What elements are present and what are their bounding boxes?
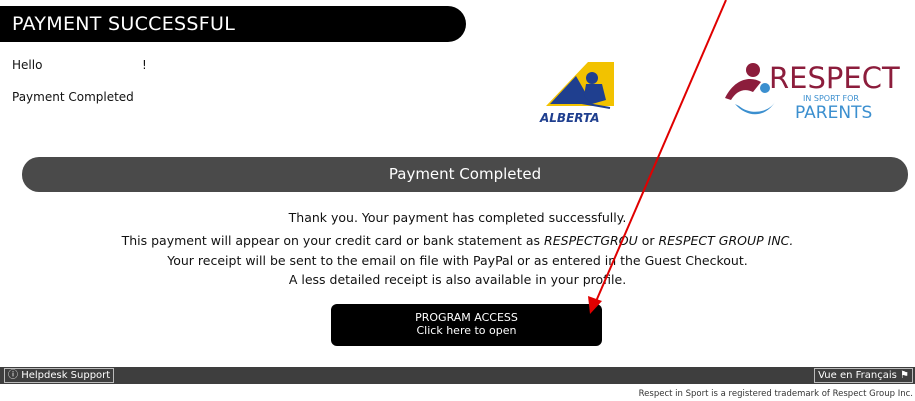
flag-icon: ⚑ <box>900 370 909 381</box>
respect-logo-wave <box>735 102 775 115</box>
program-access-title: PROGRAM ACCESS <box>415 311 518 324</box>
info-icon: ⓘ <box>8 370 18 381</box>
respect-logo-title: RESPECT <box>769 61 900 95</box>
section-title: Payment Completed <box>388 165 542 183</box>
respect-in-sport-logo: RESPECT IN SPORT FOR PARENTS <box>725 61 900 122</box>
footer-bar: ⓘ Helpdesk Support Vue en Français ⚑ <box>0 367 915 384</box>
alberta-logo-player-head <box>586 72 598 84</box>
respect-logo-head <box>746 63 760 77</box>
greeting-exclamation: ! <box>142 58 147 72</box>
statement-mid: or <box>637 233 659 248</box>
page-title: PAYMENT SUCCESSFUL <box>12 13 236 35</box>
profile-receipt-message: A less detailed receipt is also availabl… <box>288 272 627 287</box>
french-language-label: Vue en Français <box>818 370 897 381</box>
statement-name-short: RESPECTGROU <box>544 233 638 248</box>
french-language-button[interactable]: Vue en Français ⚑ <box>814 368 913 383</box>
greeting: Hello ! <box>12 58 147 72</box>
respect-logo-parents: PARENTS <box>795 103 872 122</box>
page-header: PAYMENT SUCCESSFUL <box>0 6 466 42</box>
statement-name-full: RESPECT GROUP INC. <box>658 233 794 248</box>
status-note: Payment Completed <box>12 90 134 104</box>
respect-logo-figure <box>725 79 761 100</box>
greeting-hello: Hello <box>12 58 43 72</box>
helpdesk-support-label: Helpdesk Support <box>21 370 111 381</box>
program-access-button[interactable]: PROGRAM ACCESS Click here to open <box>331 304 602 346</box>
trademark-notice: Respect in Sport is a registered tradema… <box>638 389 913 399</box>
alberta-logo-text: ALBERTA <box>539 111 600 125</box>
thank-you-message: Thank you. Your payment has completed su… <box>288 210 627 225</box>
helpdesk-support-button[interactable]: ⓘ Helpdesk Support <box>4 368 115 383</box>
statement-prefix: This payment will appear on your credit … <box>121 233 545 248</box>
receipt-message: Your receipt will be sent to the email o… <box>167 253 748 268</box>
alberta-logo: ALBERTA <box>539 62 614 125</box>
program-access-subtitle: Click here to open <box>416 324 517 337</box>
statement-message: This payment will appear on your credit … <box>0 231 915 250</box>
respect-logo-sub: IN SPORT FOR <box>803 94 859 103</box>
section-header: Payment Completed <box>22 157 908 192</box>
